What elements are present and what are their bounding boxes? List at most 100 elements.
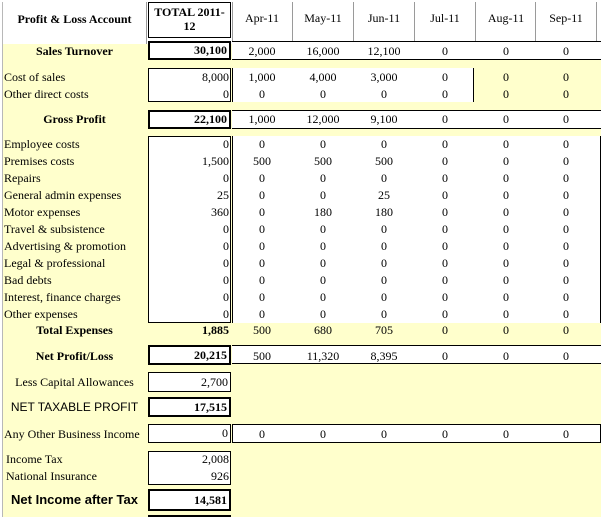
repairs-apr[interactable]: 0 [232, 172, 292, 186]
repairs-aug[interactable]: 0 [476, 172, 536, 186]
repairs-sep[interactable]: 0 [536, 172, 596, 186]
other-direct-costs-aug[interactable]: 0 [476, 88, 536, 102]
sales-jun[interactable]: 12,100 [354, 45, 414, 59]
interest-jun[interactable]: 0 [354, 291, 414, 305]
other-income-may[interactable]: 0 [293, 428, 353, 442]
cost-of-sales-may[interactable]: 4,000 [293, 71, 353, 85]
general-admin-aug[interactable]: 0 [476, 189, 536, 203]
employee-costs-may[interactable]: 0 [293, 138, 353, 152]
bad-debts-sep[interactable]: 0 [536, 274, 596, 288]
employee-costs-sep[interactable]: 0 [536, 138, 596, 152]
motor-expenses-may[interactable]: 180 [293, 206, 353, 220]
employee-costs-jun[interactable]: 0 [354, 138, 414, 152]
other-direct-costs-jun[interactable]: 0 [354, 88, 414, 102]
sales-aug[interactable]: 0 [476, 45, 536, 59]
other-direct-costs-may[interactable]: 0 [293, 88, 353, 102]
general-admin-jul[interactable]: 0 [415, 189, 475, 203]
motor-expenses-total[interactable]: 360 [148, 206, 231, 220]
other-income-jul[interactable]: 0 [415, 428, 475, 442]
general-admin-sep[interactable]: 0 [536, 189, 596, 203]
advertising-apr[interactable]: 0 [232, 240, 292, 254]
other-direct-costs-apr[interactable]: 0 [232, 88, 292, 102]
cost-of-sales-jun[interactable]: 3,000 [354, 71, 414, 85]
travel-total[interactable]: 0 [148, 223, 231, 237]
premises-costs-aug[interactable]: 0 [476, 155, 536, 169]
travel-may[interactable]: 0 [293, 223, 353, 237]
travel-jun[interactable]: 0 [354, 223, 414, 237]
interest-aug[interactable]: 0 [476, 291, 536, 305]
cost-of-sales-apr[interactable]: 1,000 [232, 71, 292, 85]
repairs-jul[interactable]: 0 [415, 172, 475, 186]
bad-debts-jul[interactable]: 0 [415, 274, 475, 288]
advertising-sep[interactable]: 0 [536, 240, 596, 254]
bad-debts-apr[interactable]: 0 [232, 274, 292, 288]
premises-costs-jun[interactable]: 500 [354, 155, 414, 169]
other-income-aug[interactable]: 0 [476, 428, 536, 442]
legal-total[interactable]: 0 [148, 257, 231, 271]
premises-costs-total[interactable]: 1,500 [148, 155, 231, 169]
motor-expenses-jun[interactable]: 180 [354, 206, 414, 220]
other-expenses-jun[interactable]: 0 [354, 308, 414, 322]
other-income-total[interactable]: 0 [148, 424, 231, 443]
employee-costs-aug[interactable]: 0 [476, 138, 536, 152]
interest-jul[interactable]: 0 [415, 291, 475, 305]
travel-jul[interactable]: 0 [415, 223, 475, 237]
travel-apr[interactable]: 0 [232, 223, 292, 237]
other-expenses-total[interactable]: 0 [148, 308, 231, 322]
sales-total[interactable]: 30,100 [148, 41, 231, 60]
advertising-total[interactable]: 0 [148, 240, 231, 254]
motor-expenses-jul[interactable]: 0 [415, 206, 475, 220]
legal-apr[interactable]: 0 [232, 257, 292, 271]
employee-costs-apr[interactable]: 0 [232, 138, 292, 152]
travel-aug[interactable]: 0 [476, 223, 536, 237]
cost-of-sales-total[interactable]: 8,000 [148, 71, 231, 85]
interest-sep[interactable]: 0 [536, 291, 596, 305]
other-direct-costs-sep[interactable]: 0 [536, 88, 596, 102]
premises-costs-apr[interactable]: 500 [232, 155, 292, 169]
repairs-total[interactable]: 0 [148, 172, 231, 186]
other-direct-costs-total[interactable]: 0 [148, 88, 231, 102]
general-admin-total[interactable]: 25 [148, 189, 231, 203]
advertising-aug[interactable]: 0 [476, 240, 536, 254]
other-income-apr[interactable]: 0 [232, 428, 292, 442]
interest-total[interactable]: 0 [148, 291, 231, 305]
other-expenses-apr[interactable]: 0 [232, 308, 292, 322]
advertising-jul[interactable]: 0 [415, 240, 475, 254]
legal-jun[interactable]: 0 [354, 257, 414, 271]
other-income-jun[interactable]: 0 [354, 428, 414, 442]
legal-may[interactable]: 0 [293, 257, 353, 271]
sales-sep[interactable]: 0 [536, 45, 596, 59]
advertising-may[interactable]: 0 [293, 240, 353, 254]
other-direct-costs-jul[interactable]: 0 [415, 88, 475, 102]
cost-of-sales-aug[interactable]: 0 [476, 71, 536, 85]
premises-costs-jul[interactable]: 0 [415, 155, 475, 169]
motor-expenses-aug[interactable]: 0 [476, 206, 536, 220]
bad-debts-aug[interactable]: 0 [476, 274, 536, 288]
bad-debts-may[interactable]: 0 [293, 274, 353, 288]
bad-debts-total[interactable]: 0 [148, 274, 231, 288]
capital-allowances-total[interactable]: 2,700 [148, 372, 231, 392]
employee-costs-total[interactable]: 0 [148, 138, 231, 152]
other-expenses-jul[interactable]: 0 [415, 308, 475, 322]
other-expenses-sep[interactable]: 0 [536, 308, 596, 322]
other-income-sep[interactable]: 0 [536, 428, 596, 442]
repairs-jun[interactable]: 0 [354, 172, 414, 186]
other-expenses-may[interactable]: 0 [293, 308, 353, 322]
general-admin-jun[interactable]: 25 [354, 189, 414, 203]
legal-sep[interactable]: 0 [536, 257, 596, 271]
travel-sep[interactable]: 0 [536, 223, 596, 237]
legal-aug[interactable]: 0 [476, 257, 536, 271]
repairs-may[interactable]: 0 [293, 172, 353, 186]
cost-of-sales-sep[interactable]: 0 [536, 71, 596, 85]
general-admin-apr[interactable]: 0 [232, 189, 292, 203]
advertising-jun[interactable]: 0 [354, 240, 414, 254]
premises-costs-may[interactable]: 500 [293, 155, 353, 169]
cost-of-sales-jul[interactable]: 0 [415, 71, 475, 85]
motor-expenses-apr[interactable]: 0 [232, 206, 292, 220]
employee-costs-jul[interactable]: 0 [415, 138, 475, 152]
legal-jul[interactable]: 0 [415, 257, 475, 271]
general-admin-may[interactable]: 0 [293, 189, 353, 203]
bad-debts-jun[interactable]: 0 [354, 274, 414, 288]
motor-expenses-sep[interactable]: 0 [536, 206, 596, 220]
other-expenses-aug[interactable]: 0 [476, 308, 536, 322]
